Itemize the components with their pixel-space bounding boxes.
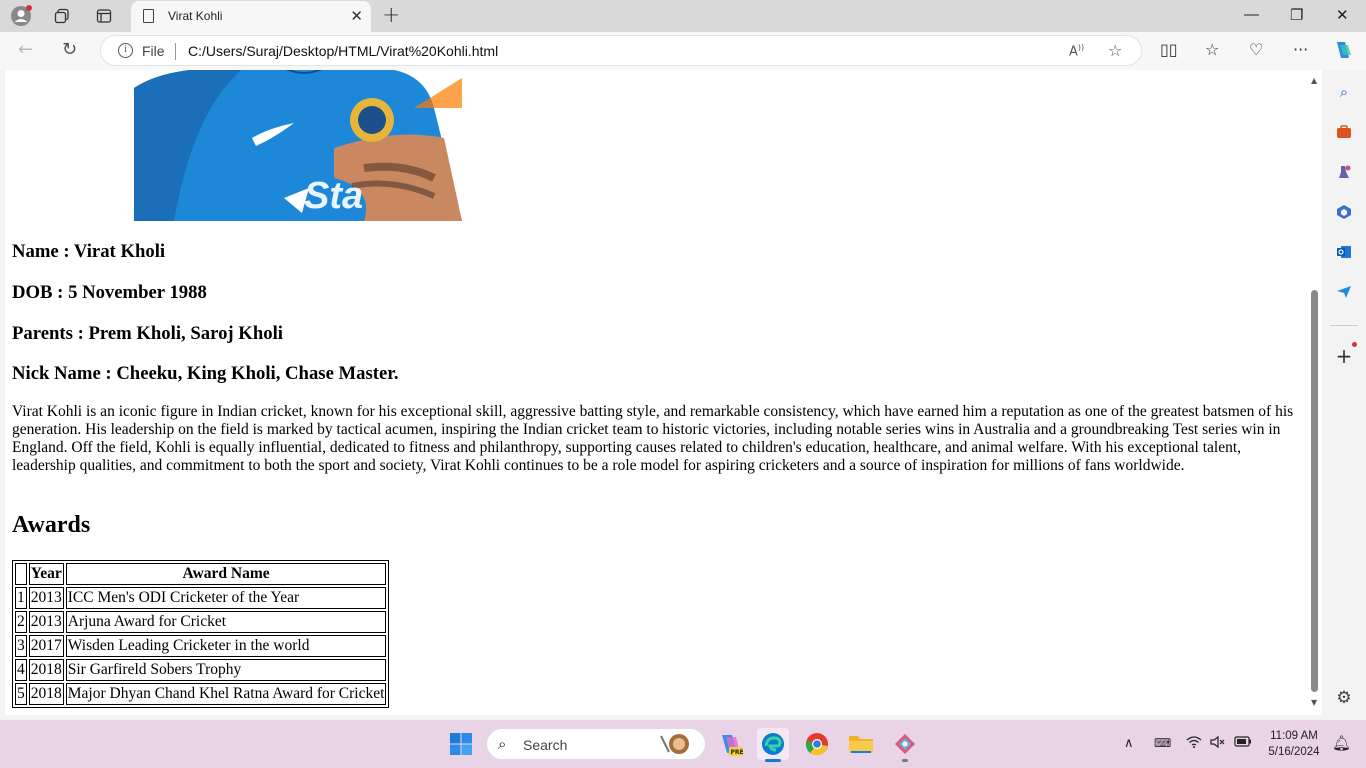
table-row: 4 2018 Sir Garfireld Sobers Trophy bbox=[15, 659, 387, 681]
new-tab-icon[interactable]: + bbox=[382, 3, 400, 28]
start-icon[interactable] bbox=[445, 728, 477, 760]
workspaces-icon[interactable] bbox=[50, 4, 74, 28]
volume-muted-icon[interactable] bbox=[1210, 735, 1226, 752]
browser-essentials-icon[interactable]: ♡ bbox=[1249, 40, 1263, 59]
table-cell: Wisden Leading Cricketer in the world bbox=[65, 635, 387, 657]
microsoft-365-icon[interactable] bbox=[1333, 201, 1355, 223]
table-row: 5 2018 Major Dhyan Chand Khel Ratna Awar… bbox=[15, 683, 387, 705]
games-icon[interactable] bbox=[1333, 161, 1355, 183]
clock-date: 5/16/2024 bbox=[1268, 746, 1320, 758]
battery-icon[interactable] bbox=[1234, 736, 1252, 751]
taskbar-search-label: Search bbox=[523, 737, 568, 753]
address-toolbar: ← ↻ i File C:/Users/Suraj/Desktop/HTML/V… bbox=[0, 32, 1366, 70]
page-icon bbox=[143, 9, 154, 23]
table-cell: 5 bbox=[15, 683, 27, 705]
address-divider bbox=[175, 43, 176, 60]
sidebar-settings-icon[interactable]: ⚙ bbox=[1333, 687, 1355, 709]
tab-title: Virat Kohli bbox=[168, 9, 223, 23]
table-cell: 2017 bbox=[28, 635, 64, 657]
copilot-pre-icon[interactable]: PRE bbox=[714, 728, 746, 760]
scrollbar-thumb[interactable] bbox=[1311, 290, 1318, 692]
send-icon[interactable] bbox=[1333, 281, 1355, 303]
close-window-icon[interactable]: ✕ bbox=[1336, 6, 1349, 24]
close-tab-icon[interactable]: ✕ bbox=[350, 7, 363, 25]
show-hidden-icons-icon[interactable]: ∧ bbox=[1124, 736, 1134, 751]
table-cell: 2013 bbox=[28, 587, 64, 609]
table-row: 3 2017 Wisden Leading Cricketer in the w… bbox=[15, 635, 387, 657]
tools-icon[interactable] bbox=[1333, 121, 1355, 143]
name-line: Name : Virat Kholi bbox=[12, 241, 166, 262]
table-cell: Sir Garfireld Sobers Trophy bbox=[65, 659, 387, 681]
dob-line: DOB : 5 November 1988 bbox=[12, 282, 207, 303]
nickname-line: Nick Name : Cheeku, King Kholi, Chase Ma… bbox=[12, 363, 399, 384]
clock-time: 11:09 AM bbox=[1270, 730, 1318, 742]
copilot-icon[interactable] bbox=[1332, 39, 1354, 65]
scroll-up-icon[interactable]: ▲ bbox=[1311, 76, 1317, 85]
favorites-icon[interactable]: ☆ bbox=[1205, 40, 1219, 59]
scroll-down-icon[interactable]: ▼ bbox=[1311, 698, 1317, 707]
profile-icon[interactable] bbox=[9, 4, 33, 28]
sidebar-divider bbox=[1330, 325, 1358, 326]
chrome-icon[interactable] bbox=[801, 728, 833, 760]
favorite-star-icon[interactable]: ☆ bbox=[1108, 41, 1122, 60]
web-page: Sta Name : Virat Kholi DOB : 5 November … bbox=[5, 70, 1308, 715]
table-header-year: Year bbox=[28, 563, 64, 585]
search-highlight-icon bbox=[659, 732, 695, 760]
search-icon[interactable]: ⌕ bbox=[1333, 81, 1355, 103]
parents-line: Parents : Prem Kholi, Saroj Kholi bbox=[12, 323, 283, 344]
table-header-award: Award Name bbox=[65, 563, 387, 585]
back-icon[interactable]: ← bbox=[18, 39, 33, 60]
svg-text:PRE: PRE bbox=[731, 749, 744, 756]
table-cell: Major Dhyan Chand Khel Ratna Award for C… bbox=[65, 683, 387, 705]
tab-strip: Virat Kohli ✕ + — ❐ ✕ bbox=[0, 0, 1366, 32]
windows-taskbar: ⌕ Search PRE ∧ ⌨ 11:09 AM 5/16/2024 🔔︎ bbox=[0, 720, 1366, 768]
table-cell: 3 bbox=[15, 635, 27, 657]
awards-heading: Awards bbox=[12, 512, 91, 538]
table-header-row: Year Award Name bbox=[15, 563, 387, 585]
table-cell: ICC Men's ODI Cricketer of the Year bbox=[65, 587, 387, 609]
table-header-index bbox=[15, 563, 27, 585]
split-screen-icon[interactable]: ▯▯ bbox=[1160, 40, 1178, 59]
taskbar-search[interactable]: ⌕ Search bbox=[486, 728, 706, 760]
address-bar[interactable]: i File C:/Users/Suraj/Desktop/HTML/Virat… bbox=[100, 35, 1142, 66]
table-cell: 4 bbox=[15, 659, 27, 681]
table-cell: 2013 bbox=[28, 611, 64, 633]
awards-table: Year Award Name 1 2013 ICC Men's ODI Cri… bbox=[12, 560, 390, 708]
svg-text:Sta: Sta bbox=[304, 175, 363, 217]
table-cell: 2018 bbox=[28, 659, 64, 681]
table-cell: 2 bbox=[15, 611, 27, 633]
tab-virat-kohli[interactable]: Virat Kohli ✕ bbox=[131, 1, 371, 32]
table-cell: 2018 bbox=[28, 683, 64, 705]
read-aloud-icon[interactable]: A)) bbox=[1069, 43, 1084, 59]
table-row: 2 2013 Arjuna Award for Cricket bbox=[15, 611, 387, 633]
refresh-icon[interactable]: ↻ bbox=[62, 39, 77, 60]
wifi-icon[interactable] bbox=[1186, 736, 1202, 752]
outlook-icon[interactable] bbox=[1333, 241, 1355, 263]
table-cell: Arjuna Award for Cricket bbox=[65, 611, 387, 633]
keyboard-icon[interactable]: ⌨ bbox=[1154, 736, 1171, 750]
notifications-bell-icon[interactable]: 🔔︎ bbox=[1332, 734, 1351, 752]
edge-sidebar: ⌕ + ⚙ bbox=[1322, 70, 1366, 720]
edge-taskbar-icon[interactable] bbox=[757, 728, 789, 762]
app-icon[interactable] bbox=[889, 728, 921, 762]
url-text[interactable]: C:/Users/Suraj/Desktop/HTML/Virat%20Kohl… bbox=[188, 43, 498, 59]
tab-actions-icon[interactable] bbox=[92, 4, 116, 28]
taskbar-search-icon: ⌕ bbox=[498, 735, 507, 753]
minimize-icon[interactable]: — bbox=[1244, 6, 1259, 23]
more-menu-icon[interactable]: ··· bbox=[1293, 40, 1308, 59]
restore-icon[interactable]: ❐ bbox=[1290, 6, 1303, 24]
scheme-label: File bbox=[142, 43, 165, 59]
table-row: 1 2013 ICC Men's ODI Cricketer of the Ye… bbox=[15, 587, 387, 609]
add-icon[interactable]: + bbox=[1333, 342, 1357, 368]
taskbar-clock[interactable]: 11:09 AM 5/16/2024 bbox=[1262, 728, 1326, 760]
page-scrollbar[interactable]: ▲ ▼ bbox=[1308, 70, 1322, 715]
info-icon[interactable]: i bbox=[118, 43, 133, 58]
bio-paragraph: Virat Kohli is an iconic figure in India… bbox=[12, 403, 1294, 474]
table-cell: 1 bbox=[15, 587, 27, 609]
file-explorer-icon[interactable] bbox=[845, 728, 877, 760]
virat-kohli-photo: Sta bbox=[134, 70, 462, 221]
